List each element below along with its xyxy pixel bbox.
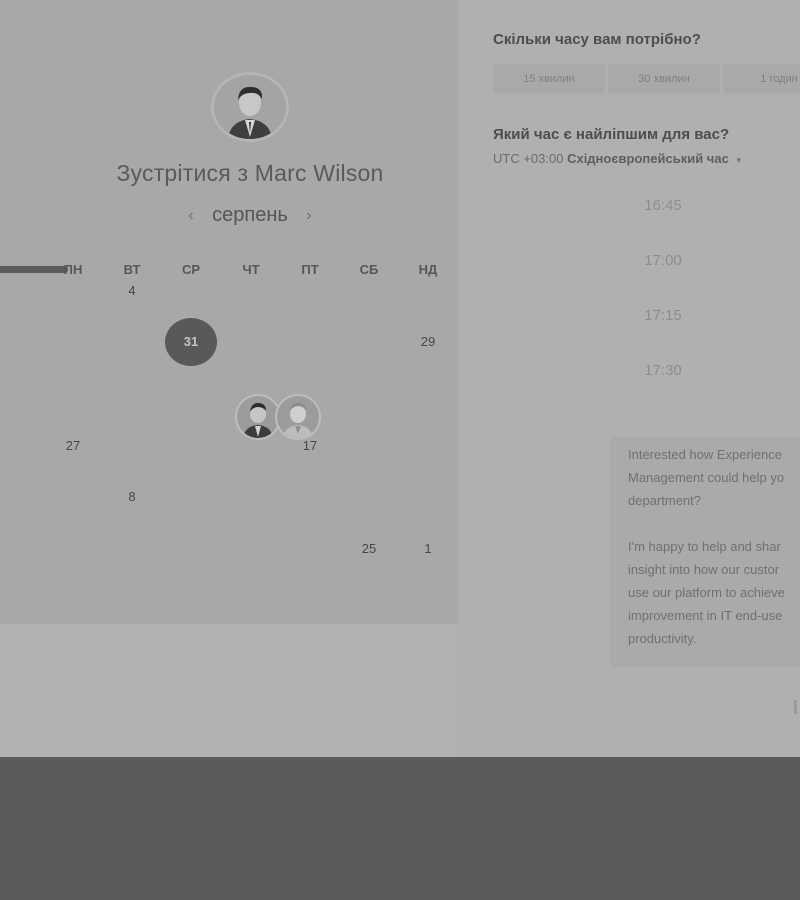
chevron-left-icon[interactable]: ‹	[174, 207, 207, 225]
weekday-label: СБ	[359, 262, 379, 277]
calendar-day	[48, 539, 98, 559]
calendar-day	[344, 436, 394, 456]
person-icon	[283, 403, 313, 438]
host-message-line: improvement in IT end-use	[628, 608, 783, 623]
weekday-label: НД	[418, 262, 438, 277]
weekday-label: ВТ	[123, 262, 141, 277]
calendar-day[interactable]: 8	[107, 487, 157, 507]
host-avatar-2	[275, 394, 321, 440]
selected-calendar-day[interactable]: 31	[165, 318, 217, 366]
time-slot[interactable]: 17:00	[598, 243, 728, 279]
calendar-day	[344, 384, 394, 404]
calendar-day	[226, 332, 276, 352]
calendar-day	[166, 487, 216, 507]
calendar-day	[403, 281, 453, 301]
host-avatars	[235, 394, 327, 440]
person-icon	[214, 75, 286, 139]
calendar-day	[344, 487, 394, 507]
calendar-day	[344, 281, 394, 301]
calendar-day[interactable]: 29	[403, 332, 453, 352]
duration-option[interactable]: 15 хвилин	[493, 64, 605, 94]
chevron-right-icon[interactable]: ›	[292, 207, 325, 225]
calendar-day	[48, 281, 98, 301]
calendar-panel: Зустрітися з Marc Wilson ‹ серпень › ПН В…	[0, 0, 458, 624]
calendar-day	[48, 487, 98, 507]
calendar-day	[48, 332, 98, 352]
month-navigation: ‹ серпень ›	[0, 204, 500, 227]
caret-down-icon: ▾	[736, 155, 741, 165]
calendar-day	[166, 539, 216, 559]
calendar-day[interactable]: 27	[48, 436, 98, 456]
host-message-line: Interested how Experience	[628, 447, 782, 462]
host-avatar	[211, 72, 289, 142]
month-label: серпень	[212, 204, 288, 226]
calendar-day	[285, 332, 335, 352]
duration-option[interactable]: 30 хвилин	[608, 64, 720, 94]
timezone-selector[interactable]: UTC +03:00 Східноєвропейський час ▾	[493, 151, 741, 166]
booking-panel: Скільки часу вам потрібно? 15 хвилин 30 х…	[458, 0, 800, 757]
calendar-day[interactable]: 1	[403, 539, 453, 559]
time-slot[interactable]: 16:45	[598, 188, 728, 224]
calendar-day	[403, 436, 453, 456]
calendar-day	[285, 281, 335, 301]
time-heading: Який час є найліпшим для вас?	[493, 126, 730, 143]
weekday-label: ПН	[63, 262, 83, 277]
calendar-day	[403, 487, 453, 507]
weekday-label: ЧТ	[242, 262, 260, 277]
more-indicator	[794, 700, 797, 714]
calendar-day[interactable]: 4	[107, 281, 157, 301]
time-slot[interactable]: 17:30	[598, 353, 728, 389]
calendar-day	[226, 281, 276, 301]
host-message-line: Management could help yo	[628, 470, 785, 485]
calendar-day	[403, 384, 453, 404]
weekday-label: ПТ	[301, 262, 319, 277]
calendar-day	[226, 539, 276, 559]
person-icon	[243, 403, 273, 438]
duration-heading: Скільки часу вам потрібно?	[493, 31, 701, 48]
host-message-line: insight into how our custor	[628, 562, 780, 577]
host-message-line: use our platform to achieve	[628, 585, 785, 600]
calendar-day	[344, 332, 394, 352]
calendar-day	[48, 384, 98, 404]
calendar-day	[166, 384, 216, 404]
calendar-day	[107, 539, 157, 559]
calendar-footer	[0, 624, 458, 757]
calendar-day	[166, 436, 216, 456]
calendar-day	[226, 487, 276, 507]
time-slot[interactable]: 17:15	[598, 298, 728, 334]
calendar-day[interactable]: 25	[344, 539, 394, 559]
weekday-label: СР	[181, 262, 201, 277]
host-message-line: I'm happy to help and shar	[628, 539, 781, 554]
calendar-day	[107, 384, 157, 404]
host-message-line: productivity.	[628, 631, 697, 646]
host-message-line: department?	[628, 493, 701, 508]
calendar-day	[166, 281, 216, 301]
meeting-title: Зустрітися з Marc Wilson	[116, 160, 384, 186]
duration-option[interactable]: 1 годин	[723, 64, 800, 94]
timezone-name: Східноєвропейський час	[567, 151, 729, 166]
calendar-day	[285, 539, 335, 559]
timezone-offset: UTC +03:00	[493, 151, 564, 166]
calendar-day	[107, 332, 157, 352]
calendar-day	[285, 487, 335, 507]
scheduling-page: Зустрітися з Marc Wilson ‹ серпень › ПН В…	[0, 0, 800, 757]
calendar-day	[107, 436, 157, 456]
